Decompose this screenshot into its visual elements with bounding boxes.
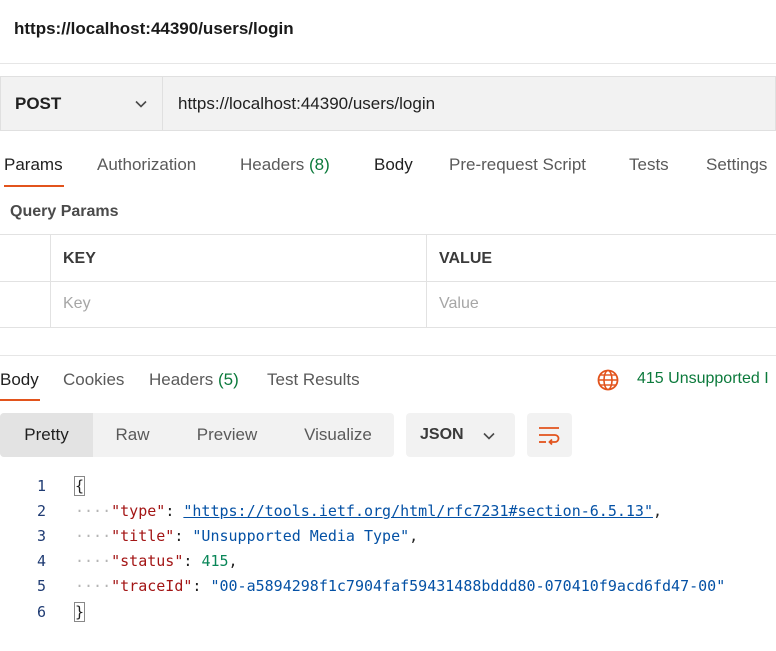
value-column-header: VALUE — [439, 250, 493, 267]
query-params-label: Query Params — [10, 203, 119, 220]
tab-headers-label: Headers — [240, 155, 305, 174]
code-line: ····"title": "Unsupported Media Type", — [75, 527, 419, 545]
response-tab-headers[interactable]: Headers (5) — [149, 370, 239, 390]
active-response-tab-indicator — [0, 399, 40, 401]
tab-prerequest-script[interactable]: Pre-request Script — [449, 155, 586, 175]
response-tab-test-results[interactable]: Test Results — [267, 370, 360, 390]
tab-authorization[interactable]: Authorization — [97, 155, 196, 175]
json-close-brace: } — [73, 602, 86, 622]
json-open-brace: { — [73, 476, 86, 496]
request-title: https://localhost:44390/users/login — [14, 19, 294, 38]
json-comma: , — [228, 552, 238, 570]
line-number: 5 — [36, 577, 46, 595]
globe-network-icon[interactable] — [596, 368, 620, 392]
json-string-value: "Unsupported Media Type" — [192, 527, 410, 545]
json-number-value: 415 — [201, 552, 229, 570]
table-border-top — [0, 234, 776, 235]
json-key: "traceId" — [111, 577, 193, 595]
code-line: ····"status": 415, — [75, 552, 238, 570]
request-response-divider[interactable] — [0, 355, 776, 356]
method-label: POST — [15, 94, 62, 113]
code-line: ····"type": "https://tools.ietf.org/html… — [75, 502, 663, 520]
chevron-down-icon — [135, 100, 147, 108]
indent-guide: ···· — [75, 577, 112, 595]
response-tab-headers-count: (5) — [218, 370, 239, 389]
url-bar: POST https://localhost:44390/users/login — [0, 76, 776, 132]
view-pretty-button[interactable]: Pretty — [0, 413, 93, 457]
json-key: "status" — [111, 552, 184, 570]
view-preview-button[interactable]: Preview — [172, 413, 282, 457]
json-string-value: "00-a5894298f1c7904faf59431488bddd80-070… — [210, 577, 726, 595]
table-border-bottom — [0, 327, 776, 328]
json-key: "title" — [111, 527, 175, 545]
active-tab-indicator — [4, 185, 64, 187]
code-line: } — [73, 602, 86, 622]
response-status[interactable]: 415 Unsupported I — [637, 370, 769, 388]
response-tab-body[interactable]: Body — [0, 370, 39, 390]
param-key-input[interactable] — [51, 282, 425, 326]
json-key: "type" — [111, 502, 166, 520]
line-number: 1 — [36, 477, 46, 495]
header-divider — [0, 63, 776, 64]
key-column-header: KEY — [63, 250, 96, 267]
param-value-input[interactable] — [427, 282, 776, 326]
tab-settings[interactable]: Settings — [706, 155, 767, 175]
json-comma: , — [652, 502, 663, 520]
format-label: JSON — [420, 426, 464, 443]
line-number: 6 — [36, 603, 46, 621]
response-tab-cookies[interactable]: Cookies — [63, 370, 124, 390]
tab-params[interactable]: Params — [4, 155, 63, 175]
method-select[interactable]: POST — [0, 76, 162, 131]
tab-headers-count: (8) — [309, 155, 330, 174]
line-number: 3 — [36, 527, 46, 545]
view-raw-button[interactable]: Raw — [93, 413, 172, 457]
line-number: 4 — [36, 552, 46, 570]
view-mode-group: Pretty Raw Preview Visualize — [0, 413, 394, 457]
indent-guide: ···· — [75, 527, 112, 545]
response-tab-headers-label: Headers — [149, 370, 214, 389]
json-link-value[interactable]: "https://tools.ietf.org/html/rfc7231#sec… — [183, 502, 653, 520]
query-params-table: KEY VALUE — [0, 234, 776, 328]
url-input[interactable]: https://localhost:44390/users/login — [162, 76, 776, 131]
tab-headers[interactable]: Headers (8) — [240, 155, 330, 175]
wrap-lines-button[interactable] — [527, 413, 572, 457]
code-line: ····"traceId": "00-a5894298f1c7904faf594… — [75, 577, 726, 595]
view-visualize-button[interactable]: Visualize — [282, 413, 394, 457]
chevron-down-icon — [483, 432, 495, 440]
format-select[interactable]: JSON — [406, 413, 515, 457]
indent-guide: ···· — [75, 502, 112, 520]
json-comma: , — [409, 527, 419, 545]
code-line: { — [73, 476, 86, 496]
indent-guide: ···· — [75, 552, 112, 570]
url-text: https://localhost:44390/users/login — [178, 94, 436, 113]
tab-body[interactable]: Body — [374, 155, 413, 175]
text-wrap-icon — [539, 427, 560, 446]
tab-tests[interactable]: Tests — [629, 155, 669, 175]
line-number: 2 — [36, 502, 46, 520]
